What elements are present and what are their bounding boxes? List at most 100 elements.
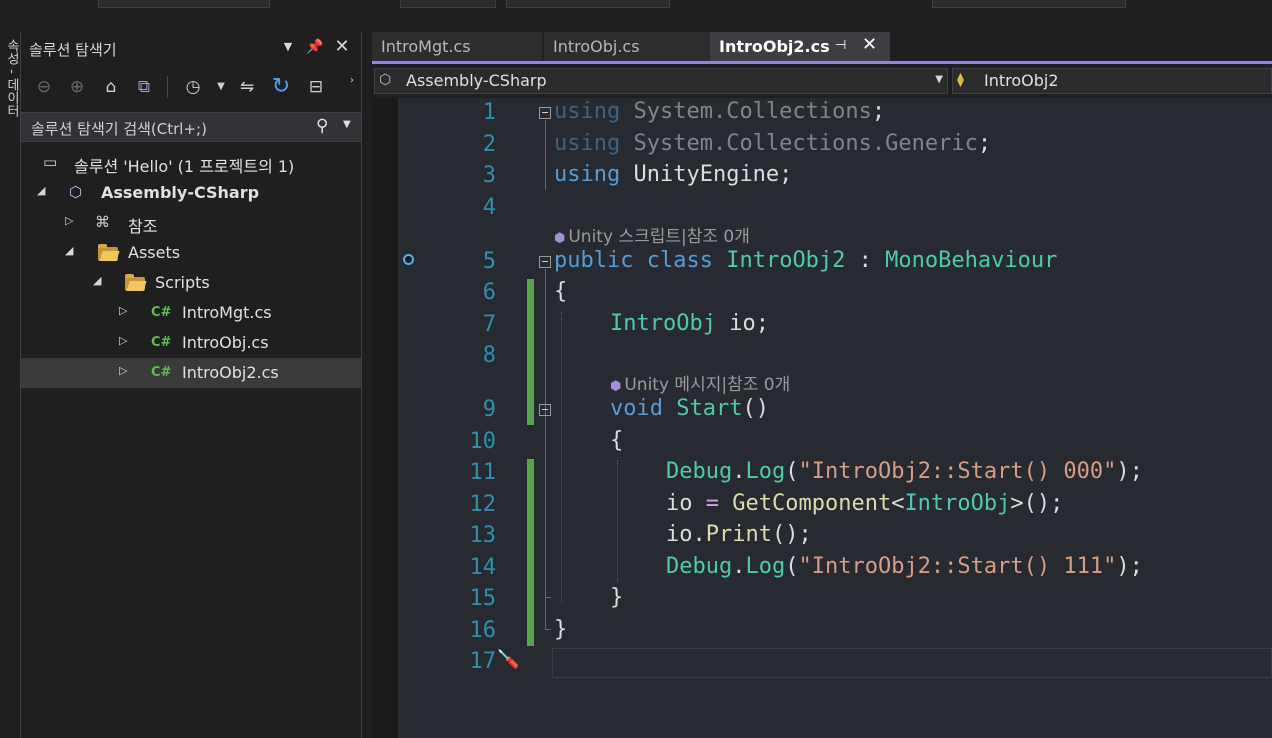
collapsed-arrow-icon[interactable]: ▷ (65, 214, 73, 227)
line-number: 3 (482, 163, 496, 188)
tab-introobj[interactable]: IntroObj.cs (544, 32, 710, 62)
tree-item-scripts[interactable]: ◢ Scripts (21, 268, 361, 298)
fold-guide-end (545, 597, 551, 598)
collapsed-arrow-icon[interactable]: ▷ (119, 334, 127, 347)
tab-intromgt[interactable]: IntroMgt.cs (372, 32, 542, 62)
tab-introobj2[interactable]: IntroObj2.cs ⊣ ✕ (710, 32, 890, 62)
tree-item-label: IntroMgt.cs (182, 303, 272, 322)
codelens-text: Unity 스크립트|참조 0개 (568, 227, 750, 247)
collapsed-arrow-icon[interactable]: ▷ (119, 304, 127, 317)
project-icon: ⬡ (379, 72, 392, 88)
fold-guide (545, 120, 546, 190)
forward-icon[interactable]: ⊕ (64, 74, 90, 100)
pin-icon[interactable]: 📌 (305, 37, 325, 57)
line-number: 6 (482, 280, 496, 305)
code-line-2: using System.Collections.Generic; (554, 131, 992, 156)
code-line-15: } (610, 585, 624, 610)
back-icon[interactable]: ⊖ (31, 74, 57, 100)
toolbar-item[interactable] (932, 0, 1126, 8)
refresh-icon[interactable]: ↻ (268, 74, 294, 100)
unity-icon: ⬢ (554, 231, 566, 246)
tree-item-solution[interactable]: ▭ 솔루션 'Hello' (1 프로젝트의 1) (21, 148, 361, 178)
close-icon[interactable]: ✕ (332, 37, 352, 57)
code-editor[interactable]: 1 2 3 4 5 6 7 8 9 10 11 12 13 14 15 16 1… (372, 98, 1272, 738)
code-line-5: public class IntroObj2 : MonoBehaviour (554, 248, 1058, 273)
filter-dropdown-icon[interactable]: ▼ (208, 74, 234, 100)
expanded-arrow-icon[interactable]: ◢ (37, 184, 45, 197)
expanded-arrow-icon[interactable]: ◢ (65, 244, 73, 257)
toolbar-item[interactable] (98, 0, 270, 8)
pending-changes-filter-icon[interactable]: ◷ (180, 74, 206, 100)
code-line-16: } (554, 617, 568, 642)
pin-tab-icon[interactable]: ⊣ (835, 38, 846, 53)
toolbar-item[interactable] (400, 0, 496, 8)
indent-guide (617, 460, 618, 582)
tree-item-file[interactable]: ▷ C# IntroMgt.cs (21, 298, 361, 328)
tab-label: IntroObj2.cs (719, 37, 830, 56)
fold-guide (545, 417, 546, 597)
solution-explorer-panel: 솔루션 탐색기 ▼ 📌 ✕ ⊖ ⊕ ⌂ ⧉ ◷ ▼ ⇋ ↻ ⊟ › 솔루션 탐색… (20, 32, 362, 738)
tree-item-project[interactable]: ◢ ⬡ Assembly-CSharp (21, 178, 361, 208)
type-dropdown[interactable]: ⧫ IntroObj2 (952, 68, 1272, 94)
unity-class-marker-icon[interactable] (403, 254, 414, 265)
switch-views-icon[interactable]: ⧉ (131, 74, 157, 100)
tree-item-label: IntroObj2.cs (182, 363, 279, 382)
current-line-highlight (552, 648, 1272, 678)
code-line-7: IntroObj io; (610, 311, 769, 336)
code-line-6: { (554, 279, 568, 304)
panel-splitter[interactable] (362, 32, 372, 738)
line-number: 16 (469, 618, 497, 643)
toolbar-item[interactable] (506, 0, 670, 8)
tree-item-file[interactable]: ▷ C# IntroObj.cs (21, 328, 361, 358)
codelens-method[interactable]: ⬢ Unity 메시지|참조 0개 (610, 370, 790, 395)
search-placeholder: 솔루션 탐색기 검색(Ctrl+;) (31, 120, 207, 138)
tree-item-references[interactable]: ▷ ⌘ 참조 (21, 208, 361, 238)
solution-search-box[interactable]: 솔루션 탐색기 검색(Ctrl+;) ⚲ ▼ (21, 112, 361, 142)
tree-item-assets[interactable]: ◢ Assets (21, 238, 361, 268)
project-icon: ⬡ (69, 183, 83, 201)
home-icon[interactable]: ⌂ (98, 74, 124, 100)
collapse-region-icon[interactable] (539, 404, 551, 416)
properties-tab[interactable]: 속성 - 데이터 (2, 39, 21, 117)
window-position-dropdown-icon[interactable]: ▼ (278, 37, 298, 57)
type-dropdown-value: IntroObj2 (984, 71, 1059, 90)
code-line-1: using System.Collections; (554, 99, 886, 124)
chevron-down-icon: ▼ (935, 74, 943, 85)
expanded-arrow-icon[interactable]: ◢ (93, 274, 101, 287)
top-toolbar-strip (0, 0, 1272, 9)
solution-explorer-titlebar: 솔루션 탐색기 ▼ 📌 ✕ (21, 32, 361, 64)
code-line-11: Debug.Log("IntroObj2::Start() 000"); (666, 459, 1143, 484)
line-number: 1 (482, 100, 496, 125)
line-number: 9 (482, 397, 496, 422)
close-tab-icon[interactable]: ✕ (862, 34, 877, 55)
line-number: 4 (482, 195, 496, 220)
collapsed-arrow-icon[interactable]: ▷ (119, 364, 127, 377)
editor-tab-strip: IntroMgt.cs IntroObj.cs IntroObj2.cs ⊣ ✕ (372, 32, 1272, 62)
collapse-all-icon[interactable]: ⊟ (303, 74, 329, 100)
indent-guide (561, 312, 562, 602)
tree-item-file-selected[interactable]: ▷ C# IntroObj2.cs (21, 358, 361, 388)
collapse-region-icon[interactable] (539, 256, 551, 268)
tree-item-label: Assets (128, 243, 181, 262)
collapse-region-icon[interactable] (539, 107, 551, 119)
search-icon[interactable]: ⚲ (316, 116, 328, 136)
tree-item-label: IntroObj.cs (182, 333, 269, 352)
quick-actions-screwdriver-icon[interactable]: 🪛 (497, 649, 519, 670)
code-line-13: io.Print(); (666, 522, 812, 547)
folder-open-icon (98, 244, 118, 261)
line-number: 13 (469, 523, 497, 548)
references-icon: ⌘ (95, 213, 110, 231)
codelens-class[interactable]: ⬢ Unity 스크립트|참조 0개 (554, 222, 750, 247)
line-number: 11 (469, 460, 497, 485)
change-indicator (527, 279, 534, 425)
search-options-dropdown-icon[interactable]: ▼ (343, 119, 351, 130)
code-line-12: io = GetComponent<IntroObj>(); (666, 491, 1064, 516)
csharp-file-icon: C# (151, 335, 172, 350)
code-line-9: void Start() (610, 396, 769, 421)
code-line-14: Debug.Log("IntroObj2::Start() 111"); (666, 554, 1143, 579)
line-number: 2 (482, 132, 496, 157)
project-dropdown[interactable]: ⬡ Assembly-CSharp ▼ (374, 68, 948, 94)
sync-with-active-document-icon[interactable]: ⇋ (234, 74, 260, 100)
line-number: 8 (482, 343, 496, 368)
code-line-10: { (610, 428, 624, 453)
